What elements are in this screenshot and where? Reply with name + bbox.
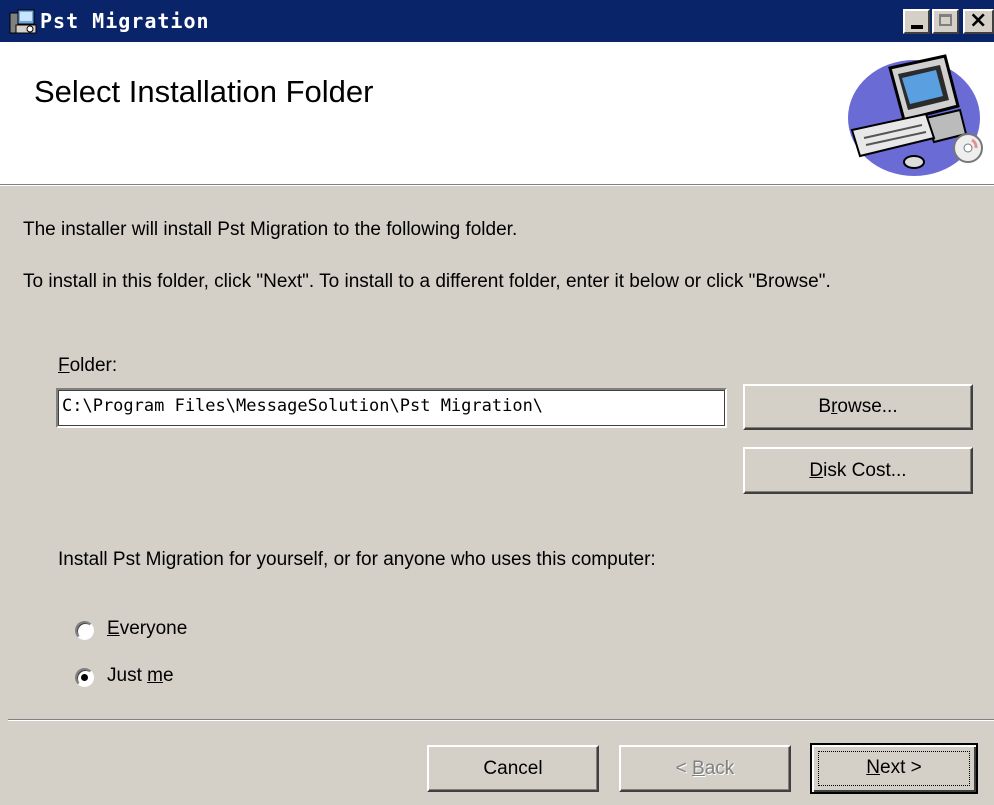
browse-button[interactable]: Browse...: [743, 384, 973, 430]
back-label: < Back: [675, 758, 735, 779]
footer-divider-highlight: [8, 720, 994, 721]
browse-label: Browse...: [818, 396, 898, 417]
cancel-label: Cancel: [483, 758, 543, 779]
back-button: < Back: [619, 745, 791, 792]
next-button[interactable]: Next >: [810, 743, 978, 794]
computer-illustration-icon: [848, 54, 983, 176]
maximize-icon: [939, 14, 952, 26]
radio-everyone-label: Everyone: [107, 618, 188, 639]
close-icon: ×: [969, 8, 988, 33]
folder-label-rest: older:: [69, 355, 118, 376]
intro-text: The installer will install Pst Migration…: [23, 219, 518, 240]
window-title: Pst Migration: [40, 9, 210, 33]
installer-icon: [9, 9, 37, 34]
radio-everyone-circle[interactable]: [75, 621, 94, 640]
page-title: Select Installation Folder: [34, 74, 374, 109]
maximize-button[interactable]: [932, 9, 959, 34]
folder-label: Folder:: [58, 355, 117, 377]
radio-just-me-label: Just me: [107, 665, 174, 686]
focus-rectangle: [818, 751, 970, 786]
disk-cost-label: Disk Cost...: [809, 460, 907, 481]
radio-selected-dot: [81, 674, 88, 681]
radio-just-me-circle[interactable]: [75, 668, 94, 687]
disk-cost-button[interactable]: Disk Cost...: [743, 447, 973, 494]
instructions-text: To install in this folder, click "Next".…: [23, 271, 831, 292]
close-button[interactable]: ×: [963, 8, 994, 34]
cancel-button[interactable]: Cancel: [427, 745, 599, 792]
banner-divider: [0, 185, 994, 186]
folder-path-input[interactable]: C:\Program Files\MessageSolution\Pst Mig…: [56, 388, 727, 428]
title-bar[interactable]: Pst Migration ×: [0, 0, 994, 42]
install-scope-label: Install Pst Migration for yourself, or f…: [58, 549, 656, 570]
folder-label-mnemonic: F: [58, 355, 70, 376]
minimize-icon: [911, 25, 923, 29]
minimize-button[interactable]: [903, 9, 930, 34]
header-banner: Select Installation Folder: [0, 42, 994, 185]
